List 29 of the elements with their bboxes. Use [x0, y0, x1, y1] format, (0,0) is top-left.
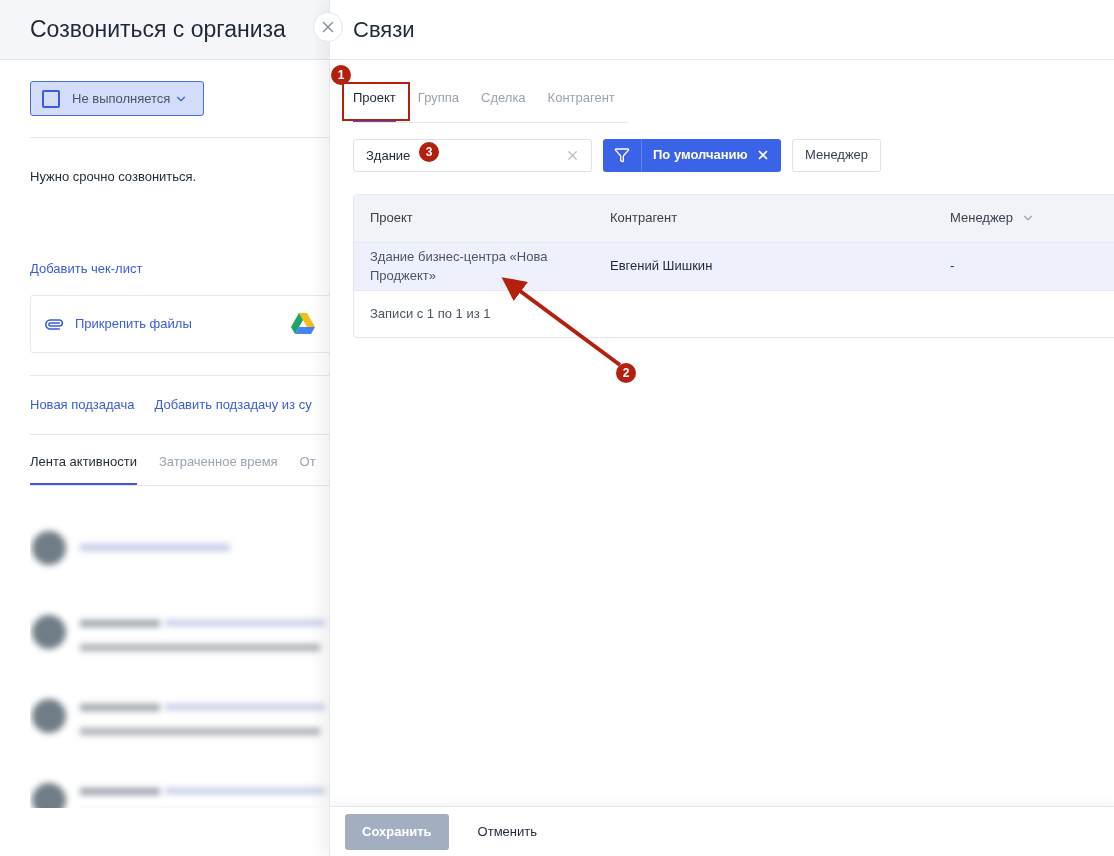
task-description: Нужно срочно созвониться.	[30, 168, 198, 186]
link-type-tab[interactable]: Проект	[353, 88, 396, 122]
table-cell-text: Здание бизнес-центра «Нова Проджект»	[370, 248, 549, 285]
subtask-link[interactable]: Добавить подзадачу из су	[154, 395, 312, 415]
annotation-badge: 1	[331, 65, 351, 85]
subtask-link[interactable]: Новая подзадача	[30, 395, 135, 415]
status-checkbox[interactable]	[42, 89, 60, 108]
filter-button[interactable]: По умолчанию	[603, 138, 781, 172]
add-checklist-link[interactable]: Добавить чек-лист	[30, 258, 329, 278]
column-header: Проект	[370, 209, 413, 228]
task-title: Созвониться с организа	[30, 15, 286, 45]
table-cell: Евгений Шишкин	[610, 258, 713, 274]
status-dropdown[interactable]: Не выполняется	[30, 81, 204, 116]
cancel-button[interactable]: Отменить	[460, 813, 554, 850]
manager-filter-button[interactable]: Менеджер	[792, 138, 882, 172]
table-row[interactable]: Здание бизнес-центра «Нова Проджект» Евгений Шишкин -	[354, 242, 1114, 291]
panel-title: Связи	[353, 16, 415, 44]
column-header: Контрагент	[610, 209, 678, 228]
annotation-badge: 2	[616, 363, 636, 383]
attach-files-link[interactable]: Прикрепить файлы	[75, 314, 192, 334]
column-header[interactable]: Менеджер	[950, 208, 1014, 228]
table-cell: -	[950, 258, 955, 274]
annotation-frame	[342, 82, 410, 121]
annotation-badge: 3	[419, 142, 439, 162]
records-count: Записи с 1 по 1 из 1	[370, 304, 491, 323]
filter-icon	[614, 147, 630, 163]
filter-label: По умолчанию	[653, 146, 748, 165]
activity-tab[interactable]: Лента активности	[30, 452, 137, 485]
cloud-drive-icon[interactable]	[291, 313, 315, 335]
